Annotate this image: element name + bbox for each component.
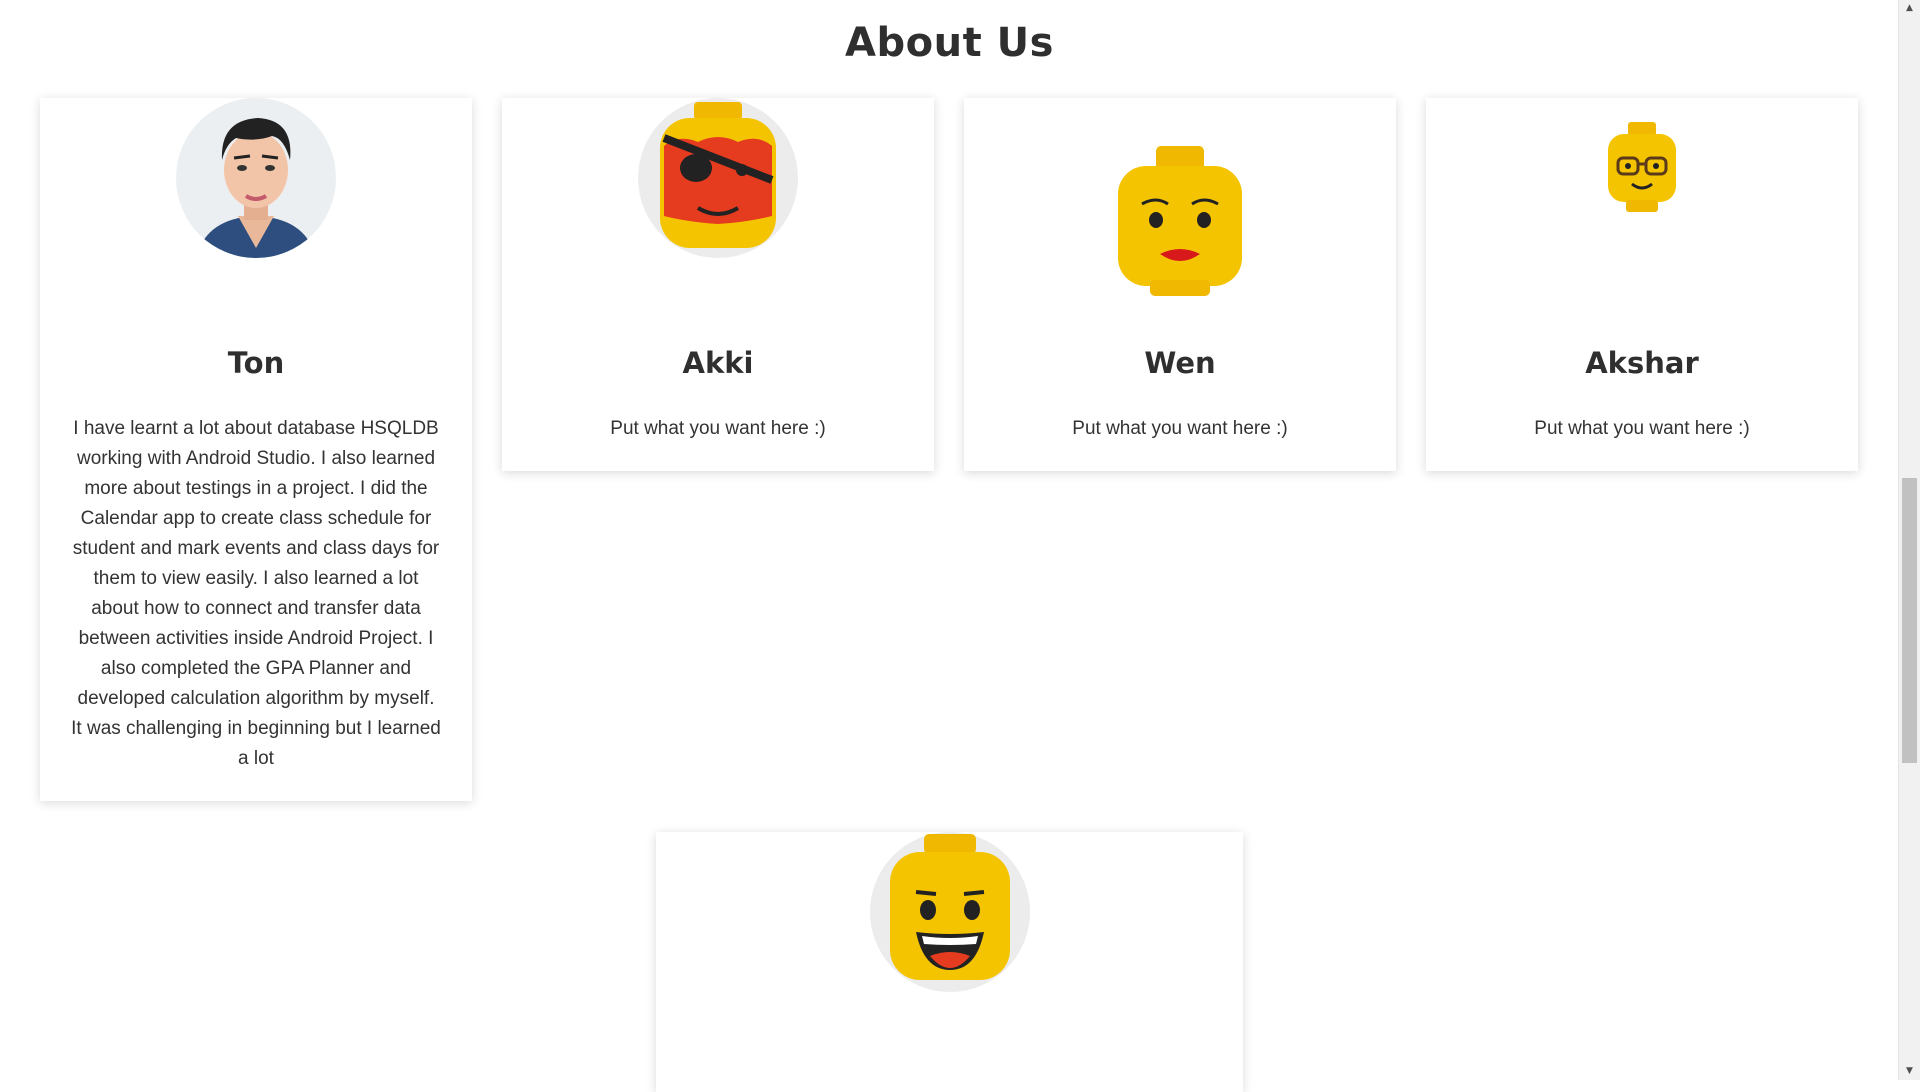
cartoon-man-avatar-icon [176,98,336,258]
member-description: I have learnt a lot about database HSQLD… [71,418,441,769]
member-card-akshar: Akshar Put what you want here :) [1426,98,1858,471]
member-card-5 [656,832,1243,1092]
lego-pirate-head-icon [638,98,798,258]
member-name: Ton [227,346,285,380]
scroll-down-arrow-icon[interactable]: ▼ [1899,1063,1920,1080]
lego-woman-head-icon [1100,146,1260,306]
scrollbar-thumb[interactable] [1902,478,1917,763]
about-page: About Us Ton I have learnt a lot about d… [0,0,1899,1092]
member-description: Put what you want here :) [1072,418,1288,439]
page-title: About Us [845,20,1054,66]
member-name: Wen [1144,346,1216,380]
member-name: Akshar [1585,346,1699,380]
lego-glasses-head-icon [1604,122,1680,216]
member-card-wen: Wen Put what you want here :) [964,98,1396,471]
lego-smiling-head-icon [869,832,1030,992]
scroll-up-arrow-icon[interactable]: ▲ [1899,0,1920,17]
member-description: Put what you want here :) [610,418,826,439]
page-scrollbar[interactable]: ▲ ▼ [1898,0,1920,1080]
member-card-ton: Ton I have learnt a lot about database H… [40,98,472,801]
member-card-akki: Akki Put what you want here :) [502,98,934,471]
member-name: Akki [682,346,754,380]
member-description: Put what you want here :) [1534,418,1750,439]
